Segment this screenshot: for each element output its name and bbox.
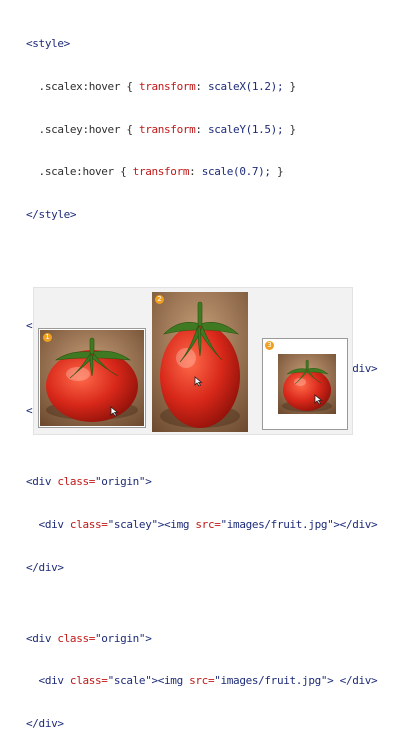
css-property: transform [138,122,196,136]
div-close-tag: </div> [26,716,64,730]
css-value: scale(0.7); [201,165,271,179]
cursor-icon [314,394,323,405]
img-tag: <img [164,517,190,531]
css-selector: .scaley:hover [38,122,121,136]
code-line: <div class="origin"> [26,475,152,489]
code-line: <div class="origin"> [26,631,152,645]
div-tag: <div [26,475,52,489]
cursor-icon [110,406,119,417]
code-line: .scalex:hover { transform: scaleX(1.2); … [38,80,297,93]
code-line: </style> [26,208,377,222]
img-tag: <img [157,674,183,688]
code-line: .scaley:hover { transform: scaleY(1.5); … [38,122,297,136]
css-property: transform [138,80,196,93]
demo-preview: 1 2 3 [33,287,353,435]
class-value: "scaley" [107,517,159,531]
class-value: "origin" [95,475,146,489]
src-attr: src= [195,517,221,531]
class-attr: class= [57,631,96,645]
code-line: </div> [26,561,377,575]
src-value: "images/fruit.jpg" [220,517,334,531]
src-value: "images/fruit.jpg" [214,674,328,688]
tomato-image-2[interactable]: 2 [152,292,248,432]
div-close-tag: </div> [26,560,64,574]
div-tag: <div [38,517,64,531]
cursor-icon [194,376,203,387]
class-value: "origin" [95,631,146,645]
style-open-tag: <style> [26,37,70,51]
class-attr: class= [69,517,108,531]
tomato-picture [152,292,248,432]
badge-2: 2 [155,295,164,304]
css-selector: .scalex:hover [38,80,121,93]
tomato-image-1[interactable]: 1 [40,330,144,426]
div-tag: <div [38,674,64,688]
code-line: </div> [26,717,377,731]
code-line: <style> [26,37,377,51]
tomato-picture [278,354,336,414]
tomato-image-3[interactable] [278,354,336,414]
class-value: "scale" [107,674,152,688]
badge-3: 3 [265,341,274,350]
css-value: scaleY(1.5); [207,122,284,136]
tag-close: > </div> [327,674,378,688]
css-value: scaleX(1.2); [207,80,284,93]
style-close-tag: </style> [26,207,77,221]
code-line: .scale:hover { transform: scale(0.7); } [38,165,284,179]
tag-close: ></div> [333,517,378,531]
class-attr: class= [69,674,108,688]
code-line: <div class="scale"><img src="images/frui… [38,674,378,688]
css-selector: .scale:hover [38,165,115,179]
badge-1: 1 [43,333,52,342]
class-attr: class= [57,475,96,489]
code-line: <div class="scaley"><img src="images/fru… [38,517,378,531]
src-attr: src= [189,674,215,688]
tomato-picture [40,330,144,426]
div-tag: <div [26,631,52,645]
css-property: transform [132,165,190,179]
